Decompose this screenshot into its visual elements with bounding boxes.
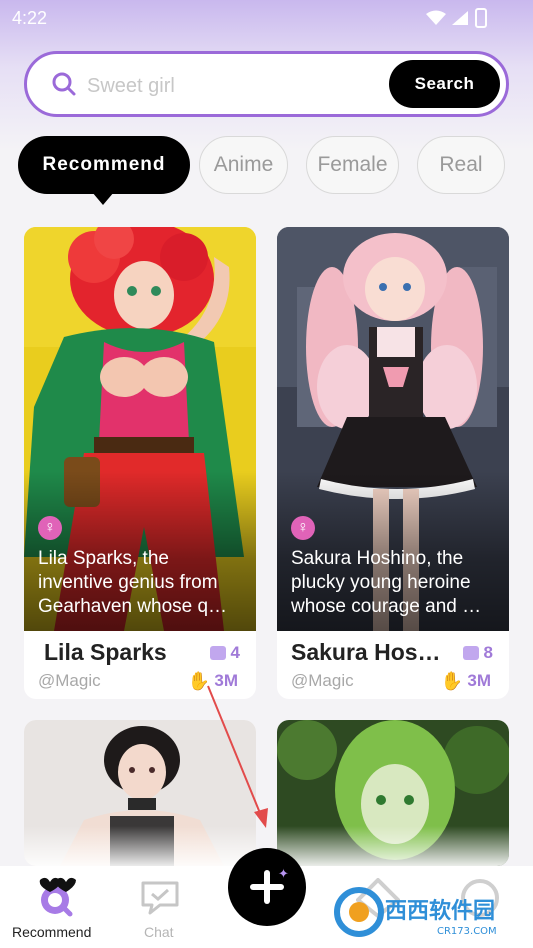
watermark-logo: 西西软件园 CR173.COM (334, 887, 497, 937)
tab-recommend[interactable]: Recommend (18, 136, 190, 194)
status-time: 4:22 (12, 8, 48, 28)
hand-wave-icon: ✋ (440, 671, 463, 691)
nav-label: Recommend (12, 924, 92, 940)
watermark-text: 西西软件园 (385, 898, 495, 924)
like-count: 3M (467, 671, 491, 690)
recommend-icon (39, 877, 76, 917)
character-card[interactable]: ♀ Sakura Hoshino, the plucky young heroi… (277, 227, 509, 699)
nav-label: Chat (144, 924, 174, 940)
search-icon (52, 72, 76, 96)
signal-icon (452, 11, 468, 25)
search-input[interactable] (85, 68, 389, 104)
tab-female[interactable]: Female (306, 136, 399, 194)
image-fade (24, 826, 256, 866)
description-line: Sakura Hoshino, the (291, 548, 464, 569)
wifi-icon (426, 10, 446, 25)
character-image (277, 720, 509, 866)
description-line: Gearhaven whose q… (38, 596, 228, 617)
character-description: Lila Sparks, the inventive genius from G… (38, 547, 246, 619)
character-author: @Magic (291, 671, 354, 690)
tab-real[interactable]: Real (417, 136, 505, 194)
tab-label: Real (439, 153, 483, 176)
character-card[interactable] (277, 720, 509, 866)
tab-label: Recommend (42, 154, 166, 175)
description-line: whose courage and … (291, 596, 482, 617)
character-description: Sakura Hoshino, the plucky young heroine… (291, 547, 499, 619)
character-image: ♀ Sakura Hoshino, the plucky young heroi… (277, 227, 509, 631)
description-line: plucky young heroine (291, 572, 471, 593)
image-count-icon (463, 646, 479, 660)
hand-wave-icon: ✋ (187, 671, 210, 691)
nav-item-recommend[interactable]: Recommend (8, 866, 100, 948)
character-name: Lila Sparks (44, 639, 167, 665)
character-image: ♀ Lila Sparks, the inventive genius from… (24, 227, 256, 631)
image-count-icon (210, 646, 226, 660)
tab-anime[interactable]: Anime (199, 136, 288, 194)
character-image (24, 720, 256, 866)
search-button[interactable]: Search (389, 60, 500, 108)
character-card[interactable] (24, 720, 256, 866)
search-bar: Search (24, 51, 509, 117)
description-line: Lila Sparks, the (38, 548, 169, 569)
description-line: inventive genius from (38, 572, 218, 593)
tab-label: Female (317, 153, 388, 176)
nav-item-chat[interactable]: Chat (118, 866, 202, 948)
female-icon: ♀ (291, 516, 315, 540)
image-count: 8 (483, 643, 493, 662)
character-author: @Magic (38, 671, 101, 690)
character-card[interactable]: ♀ Lila Sparks, the inventive genius from… (24, 227, 256, 699)
image-fade (277, 826, 509, 866)
battery-icon (475, 8, 487, 28)
create-button[interactable]: ✦ (228, 848, 306, 926)
watermark-subtext: CR173.COM (437, 926, 497, 937)
tab-label: Anime (213, 153, 274, 176)
like-count: 3M (214, 671, 238, 690)
status-bar: 4:22 (0, 0, 533, 36)
plus-icon-vertical (264, 870, 270, 904)
image-count: 4 (230, 643, 240, 662)
female-icon: ♀ (38, 516, 62, 540)
tab-active-pointer (92, 192, 114, 205)
status-icons (425, 8, 495, 28)
chat-icon (141, 881, 179, 915)
watermark: 西西软件园 CR173.COM (333, 880, 533, 940)
character-name: Sakura Hos… (291, 639, 441, 665)
sparkle-icon: ✦ (278, 866, 289, 881)
